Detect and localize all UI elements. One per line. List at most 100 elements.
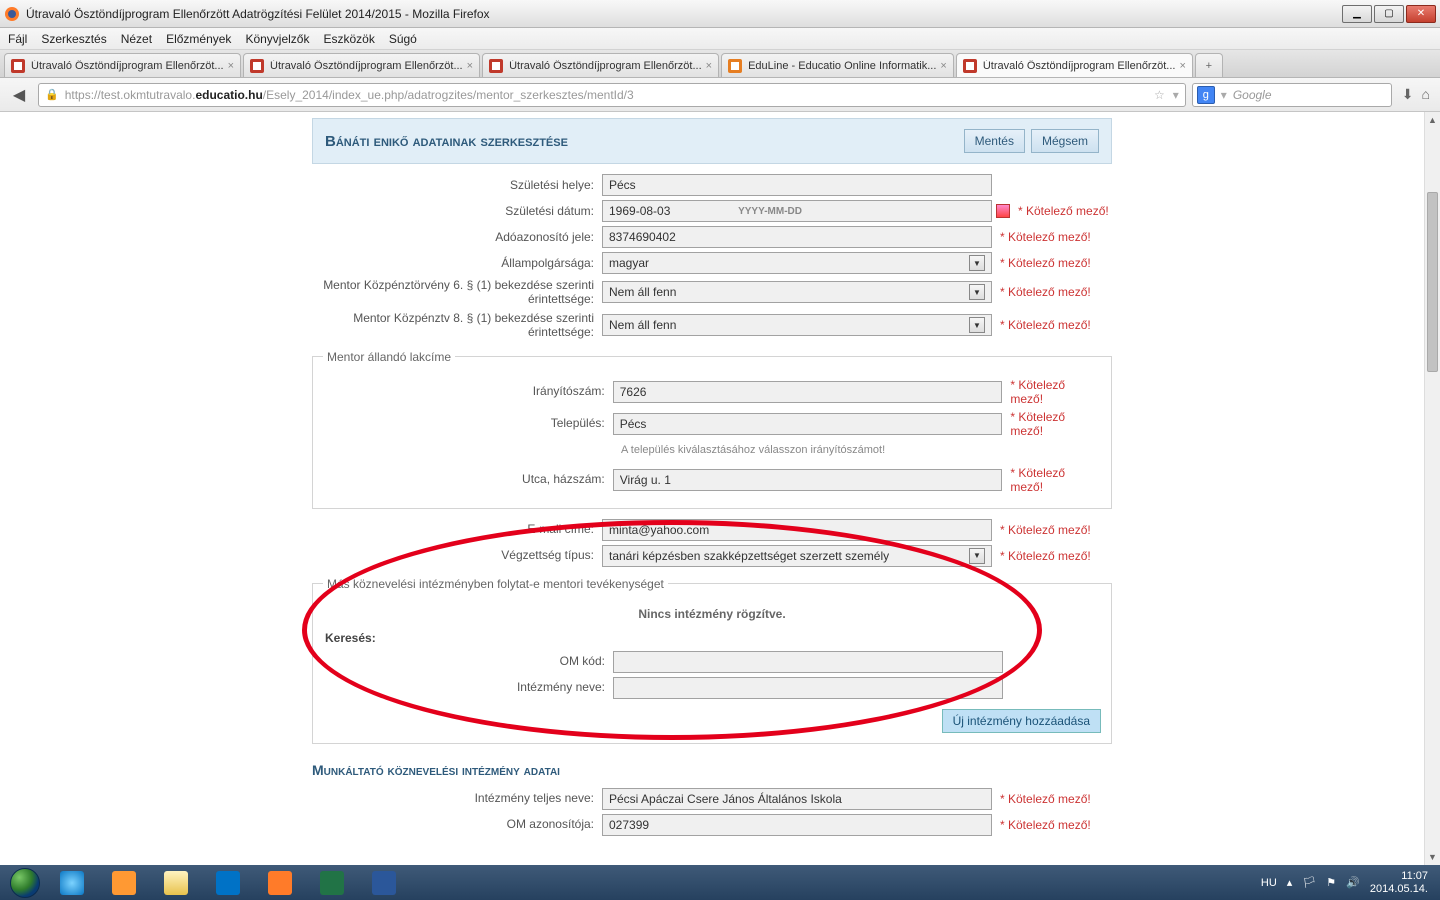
browser-tab-4[interactable]: Útravaló Ösztöndíjprogram Ellenőrzöt...× <box>956 53 1193 77</box>
birthplace-field[interactable] <box>602 174 992 196</box>
home-icon[interactable]: ⌂ <box>1422 86 1430 103</box>
chevron-down-icon: ▼ <box>969 255 985 271</box>
city-field[interactable] <box>613 413 1003 435</box>
dropdown-icon[interactable]: ▾ <box>1173 88 1179 102</box>
menu-bookmarks[interactable]: Könyvjelzők <box>245 32 309 46</box>
k6-select[interactable]: Nem áll fenn▼ <box>602 281 992 303</box>
download-icon[interactable]: ⬇ <box>1402 86 1414 103</box>
lock-icon: 🔒 <box>45 88 59 101</box>
taskbar-outlook[interactable] <box>203 868 253 898</box>
close-icon[interactable]: × <box>706 60 712 72</box>
window-close-button[interactable]: ✕ <box>1406 5 1436 23</box>
add-institution-button[interactable]: Új intézmény hozzáadása <box>942 709 1101 733</box>
vertical-scrollbar[interactable]: ▲ ▼ <box>1424 112 1440 865</box>
taskbar-ie[interactable] <box>47 868 97 898</box>
om-id-field[interactable] <box>602 814 992 836</box>
taskbar-firefox[interactable] <box>255 868 305 898</box>
firefox-icon <box>4 6 20 22</box>
browser-tab-2[interactable]: Útravaló Ösztöndíjprogram Ellenőrzöt...× <box>482 53 719 77</box>
calendar-icon[interactable] <box>996 204 1010 218</box>
tab-bar: Útravaló Ösztöndíjprogram Ellenőrzöt...×… <box>0 50 1440 78</box>
url-input[interactable]: 🔒 https://test.okmtutravalo.educatio.hu/… <box>38 83 1186 107</box>
taskbar-word[interactable] <box>359 868 409 898</box>
taxid-field[interactable] <box>602 226 992 248</box>
no-institution-note: Nincs intézmény rögzítve. <box>323 601 1101 627</box>
address-legend: Mentor állandó lakcíme <box>323 350 455 364</box>
institution-name-field[interactable] <box>613 677 1003 699</box>
address-fieldset: Mentor állandó lakcíme Irányítószám:* Kö… <box>312 350 1112 509</box>
favicon-icon <box>728 59 742 73</box>
page-title: Bánáti enikő adatainak szerkesztése <box>325 133 958 150</box>
window-titlebar: Útravaló Ösztöndíjprogram Ellenőrzött Ad… <box>0 0 1440 28</box>
menu-view[interactable]: Nézet <box>121 32 152 46</box>
search-input[interactable]: g ▾ Google <box>1192 83 1392 107</box>
tray-flag-icon[interactable]: 🏳 <box>1302 876 1316 889</box>
page-viewport: Bánáti enikő adatainak szerkesztése Ment… <box>0 112 1424 865</box>
tray-lang[interactable]: HU <box>1261 877 1277 889</box>
label-om: OM kód: <box>323 654 613 668</box>
city-hint: A település kiválasztásához válasszon ir… <box>621 442 1101 462</box>
street-field[interactable] <box>613 469 1003 491</box>
label-citizenship: Állampolgársága: <box>312 256 602 270</box>
menu-tools[interactable]: Eszközök <box>323 32 374 46</box>
window-minimize-button[interactable]: ▁ <box>1342 5 1372 23</box>
window-maximize-button[interactable]: ▢ <box>1374 5 1404 23</box>
email-field[interactable] <box>602 519 992 541</box>
tray-chevron-icon[interactable]: ▴ <box>1287 876 1293 889</box>
new-tab-button[interactable]: + <box>1195 53 1223 77</box>
start-button[interactable] <box>4 867 46 899</box>
browser-tab-1[interactable]: Útravaló Ösztöndíjprogram Ellenőrzöt...× <box>243 53 480 77</box>
bookmark-star-icon[interactable]: ☆ <box>1154 88 1165 102</box>
label-street: Utca, házszám: <box>323 472 613 486</box>
qualification-select[interactable]: tanári képzésben szakképzettséget szerze… <box>602 545 992 567</box>
back-button[interactable]: ◀ <box>6 82 32 108</box>
save-button[interactable]: Mentés <box>964 129 1025 153</box>
label-birthdate: Születési dátum: <box>312 204 602 218</box>
taskbar-media[interactable] <box>99 868 149 898</box>
menu-edit[interactable]: Szerkesztés <box>41 32 106 46</box>
taskbar-explorer[interactable] <box>151 868 201 898</box>
scroll-up-arrow[interactable]: ▲ <box>1425 112 1440 128</box>
url-text: https://test.okmtutravalo.educatio.hu/Es… <box>65 88 1154 102</box>
firefox-icon <box>268 871 292 895</box>
close-icon[interactable]: × <box>467 60 473 72</box>
menu-history[interactable]: Előzmények <box>166 32 231 46</box>
cancel-button[interactable]: Mégsem <box>1031 129 1099 153</box>
close-icon[interactable]: × <box>1179 60 1185 72</box>
browser-tab-3[interactable]: EduLine - Educatio Online Informatik...× <box>721 53 954 77</box>
tray-action-center-icon[interactable]: ⚑ <box>1326 876 1336 889</box>
other-institution-legend: Más köznevelési intézményben folytat-e m… <box>323 577 668 591</box>
favicon-icon <box>963 59 977 73</box>
nav-bar: ◀ 🔒 https://test.okmtutravalo.educatio.h… <box>0 78 1440 112</box>
tray-volume-icon[interactable]: 🔊 <box>1346 876 1360 889</box>
institution-full-name-field[interactable] <box>602 788 992 810</box>
employer-section-title: Munkáltató köznevelési intézmény adatai <box>312 762 1112 778</box>
other-institution-fieldset: Más köznevelési intézményben folytat-e m… <box>312 577 1112 744</box>
chevron-down-icon: ▼ <box>969 317 985 333</box>
browser-tab-0[interactable]: Útravaló Ösztöndíjprogram Ellenőrzöt...× <box>4 53 241 77</box>
outlook-icon <box>216 871 240 895</box>
favicon-icon <box>250 59 264 73</box>
label-k6: Mentor Közpénztörvény 6. § (1) bekezdése… <box>312 278 602 307</box>
citizenship-select[interactable]: magyar▼ <box>602 252 992 274</box>
zip-field[interactable] <box>613 381 1003 403</box>
favicon-icon <box>489 59 503 73</box>
folder-icon <box>164 871 188 895</box>
scroll-thumb[interactable] <box>1427 192 1438 372</box>
menu-help[interactable]: Súgó <box>389 32 417 46</box>
k8-select[interactable]: Nem áll fenn▼ <box>602 314 992 336</box>
chevron-down-icon: ▼ <box>969 284 985 300</box>
close-icon[interactable]: × <box>940 60 946 72</box>
search-label: Keresés: <box>325 631 1101 645</box>
om-code-field[interactable] <box>613 651 1003 673</box>
menu-file[interactable]: Fájl <box>8 32 27 46</box>
system-tray[interactable]: HU ▴ 🏳 ⚑ 🔊 11:07 2014.05.14. <box>1261 870 1436 894</box>
taskbar-excel[interactable] <box>307 868 357 898</box>
word-icon <box>372 871 396 895</box>
tray-clock[interactable]: 11:07 2014.05.14. <box>1370 870 1428 894</box>
label-qual: Végzettség típus: <box>312 548 602 562</box>
scroll-down-arrow[interactable]: ▼ <box>1425 849 1440 865</box>
close-icon[interactable]: × <box>228 60 234 72</box>
label-birthplace: Születési helye: <box>312 178 602 192</box>
google-icon: g <box>1197 86 1215 104</box>
